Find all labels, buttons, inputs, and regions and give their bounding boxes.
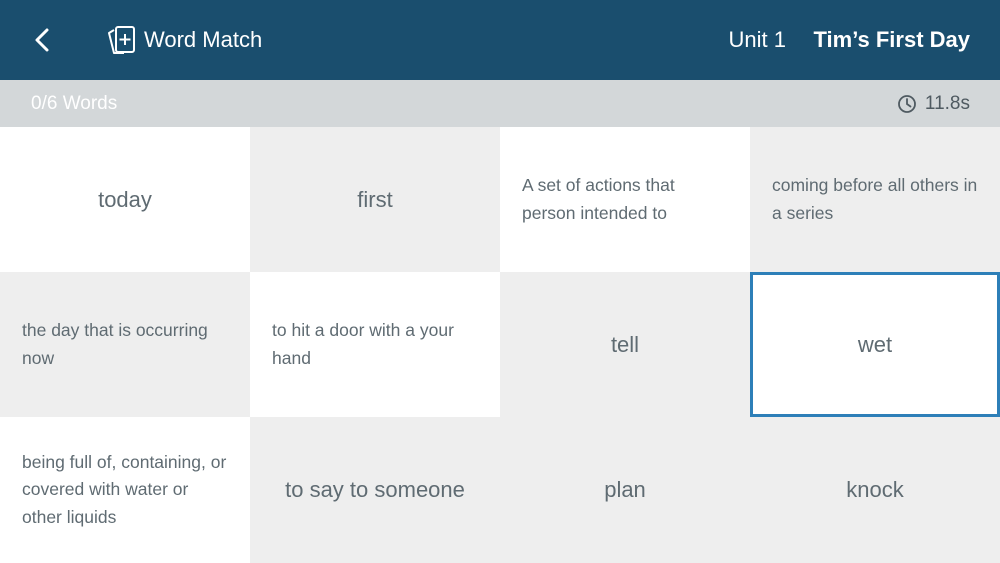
match-card[interactable]: first: [250, 127, 500, 272]
match-card[interactable]: the day that is occurring now: [0, 272, 250, 417]
match-card[interactable]: being full of, containing, or covered wi…: [0, 417, 250, 563]
status-bar: 0/6 Words 11.8s: [0, 80, 1000, 127]
app-title: Word Match: [144, 27, 263, 52]
match-card[interactable]: plan: [500, 417, 750, 563]
match-card[interactable]: coming before all others in a series: [750, 127, 1000, 272]
match-card[interactable]: today: [0, 127, 250, 272]
timer: 11.8s: [897, 80, 970, 127]
lesson-title: Tim’s First Day: [813, 27, 970, 52]
match-card[interactable]: to hit a door with a your hand: [250, 272, 500, 417]
clock-icon: [897, 94, 917, 114]
match-card[interactable]: knock: [750, 417, 1000, 563]
match-grid: today first A set of actions that person…: [0, 127, 1000, 563]
match-card[interactable]: tell: [500, 272, 750, 417]
progress-counter: 0/6 Words: [31, 93, 118, 114]
match-card[interactable]: to say to someone: [250, 417, 500, 563]
back-button[interactable]: [28, 24, 56, 56]
match-card[interactable]: A set of actions that person intended to: [500, 127, 750, 272]
flashcard-add-icon: [108, 26, 135, 54]
top-bar: Word Match Unit 1 Tim’s First Day: [0, 0, 1000, 80]
chevron-left-icon: [35, 28, 49, 52]
unit-label: Unit 1: [728, 27, 786, 52]
timer-value: 11.8s: [924, 93, 970, 114]
match-card-selected[interactable]: wet: [750, 272, 1000, 417]
